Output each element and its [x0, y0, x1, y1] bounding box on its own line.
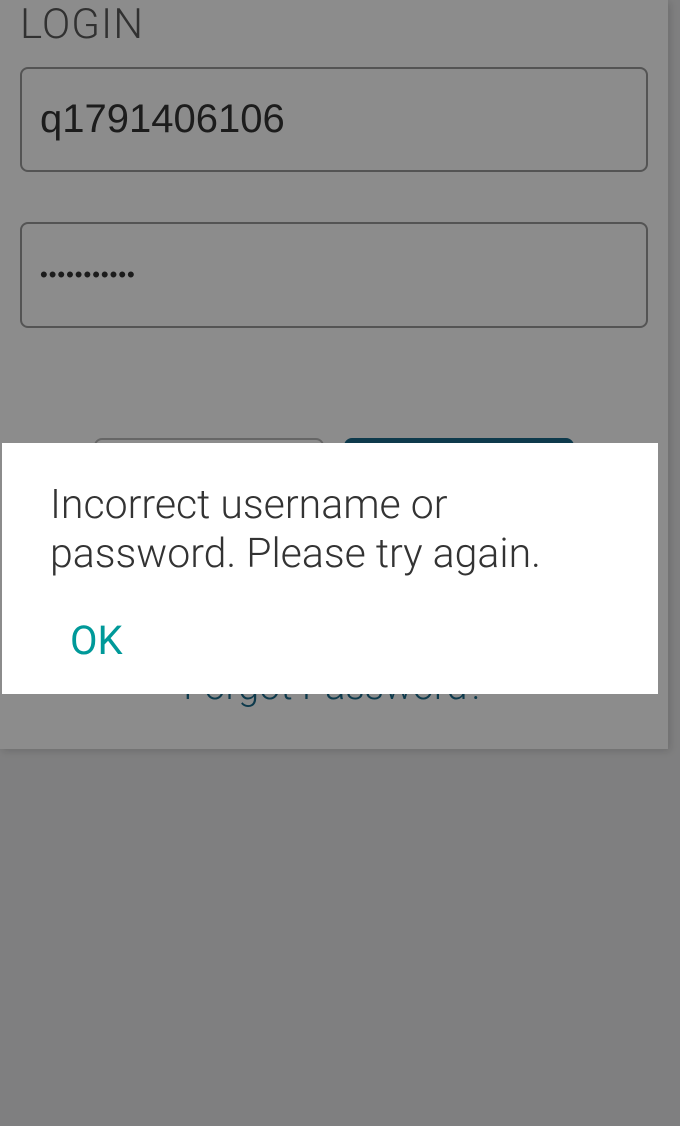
- error-modal: Incorrect username or password. Please t…: [2, 443, 658, 694]
- modal-message: Incorrect username or password. Please t…: [50, 481, 610, 579]
- ok-button[interactable]: OK: [50, 617, 123, 664]
